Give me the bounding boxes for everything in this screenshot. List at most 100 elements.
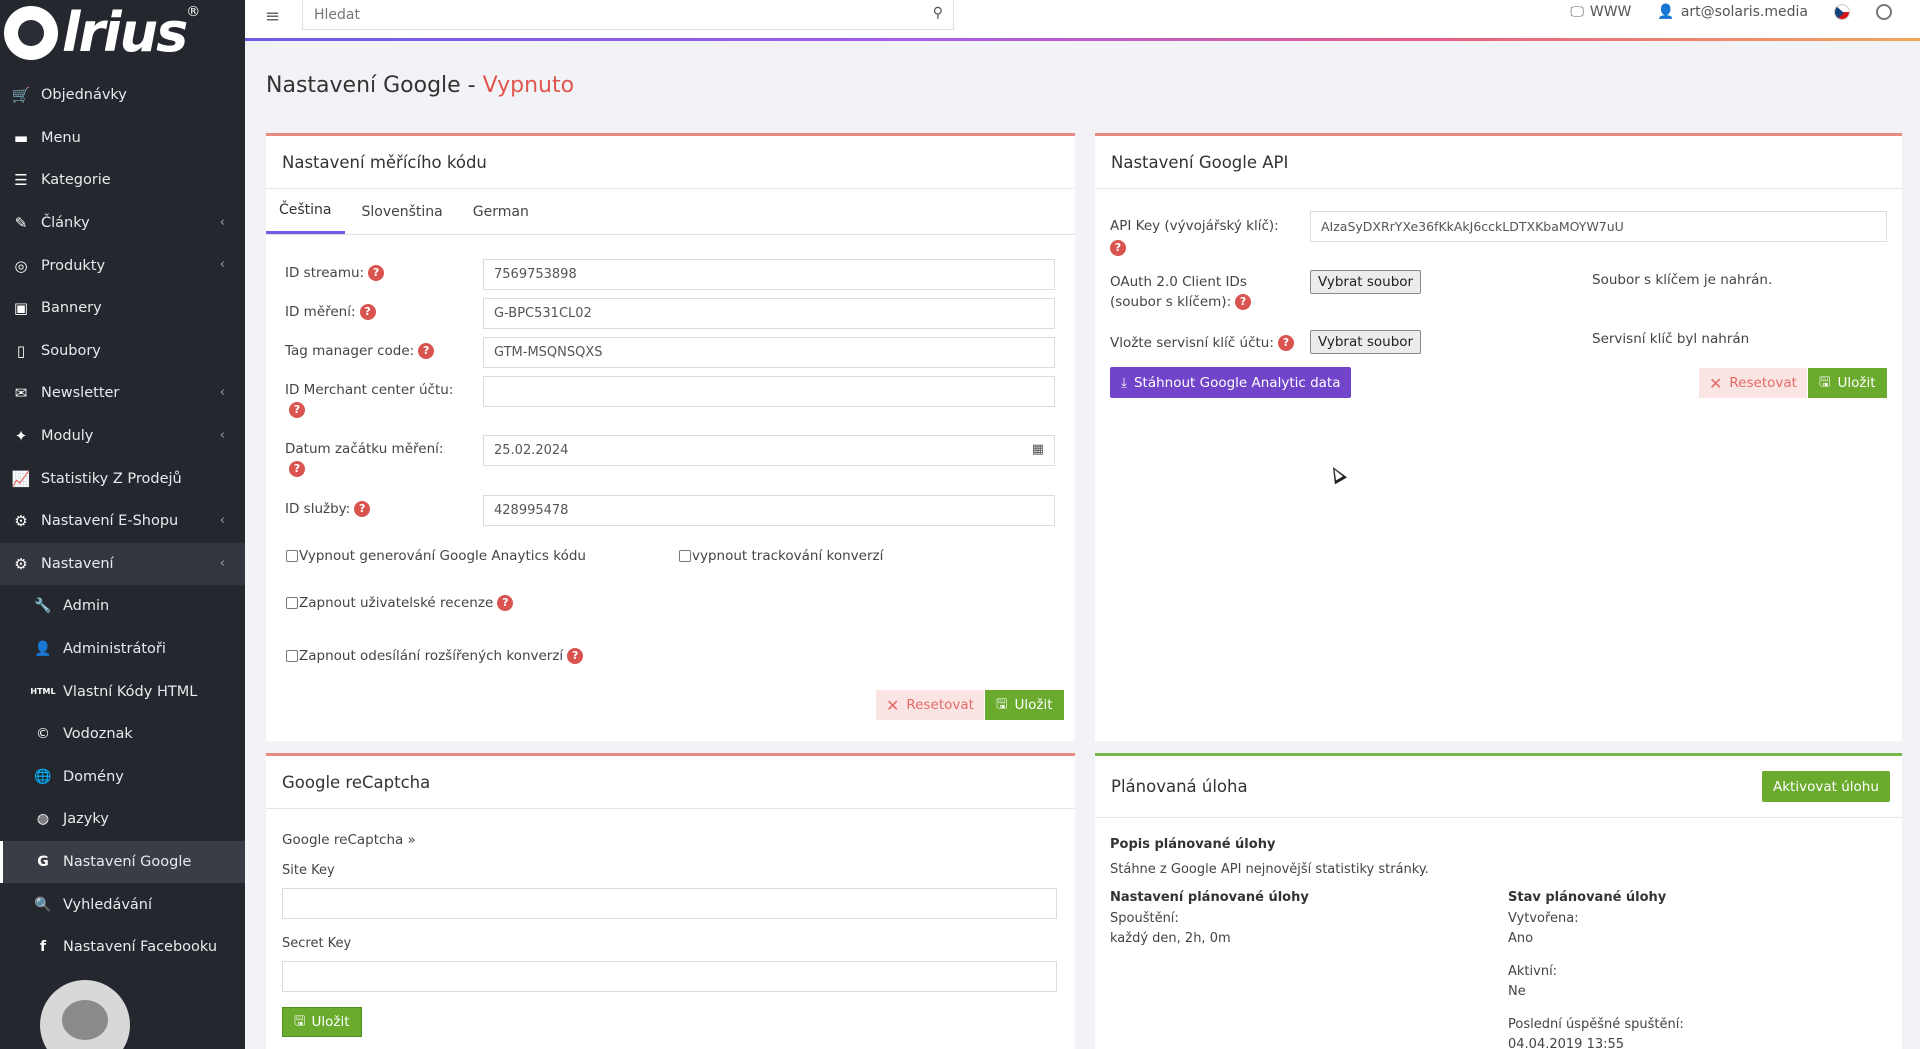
help-icon[interactable]: ? [497,595,514,611]
save-button[interactable]: 🖫 Uložit [1808,368,1887,398]
logout-button[interactable] [1876,4,1892,20]
oauth-file-status: Soubor s klíčem je nahrán. [1592,272,1773,288]
sidebar-item-label: Nastavení Google [63,853,192,870]
activate-task-button[interactable]: Aktivovat úlohu [1762,771,1890,802]
help-icon[interactable]: ? [289,402,305,418]
recaptcha-save-button[interactable]: 🖫 Uložit [282,1007,362,1037]
task-active-label: Aktivní: [1508,964,1558,979]
user-menu[interactable]: 👤 art@solaris.media [1657,4,1808,20]
close-icon: ✕ [886,695,900,715]
sidebar-item-settings[interactable]: ⚙ Nastavení ‹ [0,542,245,586]
list-icon: ☰ [14,171,28,190]
user-reviews-row[interactable]: Zapnout uživatelské recenze? [286,595,514,611]
disable-conversion-checkbox[interactable] [679,550,691,562]
search-input[interactable] [314,6,914,23]
sidebar-item-categories[interactable]: ☰ Kategorie [0,159,245,202]
help-icon[interactable]: ? [1235,294,1252,310]
help-icon[interactable]: ? [368,265,385,281]
help-icon[interactable]: ? [418,343,435,359]
sidebar-item-menu[interactable]: ▬ Menu [0,117,245,160]
sidebar-subitem-facebook-settings[interactable]: f Nastavení Facebooku [0,926,245,969]
sidebar-item-eshop-settings[interactable]: ⚙ Nastavení E-Shopu ‹ [0,500,245,543]
help-icon[interactable]: ? [354,501,371,517]
sidebar-item-products[interactable]: ◎ Produkty ‹ [0,244,245,287]
sidebar-item-banners[interactable]: ▣ Bannery [0,287,245,330]
help-icon[interactable]: ? [1110,240,1126,256]
help-icon[interactable]: ? [1277,335,1294,351]
tag-manager-label: Tag manager code: [285,343,415,359]
reset-button[interactable]: ✕ Resetovat [876,690,984,720]
calendar-icon[interactable]: ▦ [1032,442,1044,457]
search-icon[interactable]: ⚲ [933,5,943,21]
service-key-file-button[interactable]: Vybrat soubor [1310,330,1422,354]
user-icon: 👤 [34,641,52,658]
topbar-gradient-stripe [245,38,1920,41]
language-flag[interactable] [1834,4,1850,20]
stream-id-input[interactable]: 7569753898 [483,259,1055,290]
help-icon[interactable]: ? [289,461,305,477]
sidebar-item-sales-stats[interactable]: 📈 Statistiky Z Prodejů [0,457,245,500]
sidebar-subitem-domains[interactable]: 🌐 Domény [0,756,245,799]
disable-conversion-row[interactable]: vypnout trackování konverzí [679,548,883,564]
card-title: Nastavení Google API [1095,136,1902,189]
download-analytics-button[interactable]: ⤓ Stáhnout Google Analytic data [1110,367,1352,398]
file-icon: ▯ [16,341,26,360]
site-key-label: Site Key [282,863,335,878]
topbar: ≡ ⚲ 🖵 WWW 👤 art@solaris.media [245,0,1920,38]
sidebar-subitem-watermark[interactable]: © Vodoznak [0,713,245,756]
sidebar-item-newsletter[interactable]: ✉ Newsletter ‹ [0,372,245,415]
disable-ga-checkbox[interactable] [286,550,298,562]
sidebar-subitem-languages[interactable]: ◍ Jazyky [0,798,245,841]
tab-german[interactable]: German [460,189,542,234]
merchant-id-input[interactable] [483,376,1055,407]
sidebar-subitem-search[interactable]: 🔍 Vyhledávání [0,883,245,926]
service-id-input[interactable]: 428995478 [483,495,1055,526]
disable-ga-row[interactable]: Vypnout generování Google Anaytics kódu [286,548,586,564]
task-created-label: Vytvořena: [1508,911,1579,926]
topbar-right: 🖵 WWW 👤 art@solaris.media [1544,4,1892,20]
sidebar-subitem-admin[interactable]: 🔧 Admin [0,585,245,628]
sidebar-item-articles[interactable]: ✎ Články ‹ [0,202,245,245]
enhanced-conversions-checkbox[interactable] [286,650,298,662]
user-reviews-checkbox[interactable] [286,597,298,609]
api-key-label: API Key (vývojářský klíč): [1110,218,1279,234]
sidebar-subitem-html-codes[interactable]: HTML Vlastní Kódy HTML [0,670,245,713]
copyright-icon: © [36,726,50,743]
oauth-file-button[interactable]: Vybrat soubor [1310,270,1422,294]
sidebar-item-label: Články [41,215,90,232]
recaptcha-link[interactable]: Google reCaptcha » [282,832,416,848]
reset-label: Resetovat [1729,375,1797,391]
logo[interactable]: lrius ® [0,0,245,66]
sidebar-subitem-administrators[interactable]: 👤 Administrátoři [0,628,245,671]
www-link[interactable]: 🖵 WWW [1570,4,1631,20]
start-date-input[interactable]: 25.02.2024 ▦ [483,435,1055,466]
save-button[interactable]: 🖫 Uložit [985,690,1064,720]
merchant-id-label: ID Merchant center účtu: [285,382,454,398]
hamburger-menu-icon[interactable]: ≡ [265,6,280,27]
tab-czech[interactable]: Čeština [266,189,345,234]
sidebar-item-modules[interactable]: ✦ Moduly ‹ [0,415,245,458]
measurement-id-input[interactable]: G-BPC531CL02 [483,298,1055,329]
enhanced-conversions-row[interactable]: Zapnout odesílání rozšířených konverzí? [286,648,584,664]
help-icon[interactable]: ? [567,648,584,664]
search-box: ⚲ [302,0,954,30]
image-icon: ▣ [13,299,29,318]
sidebar-subitem-google-settings[interactable]: G Nastavení Google [0,840,245,884]
help-icon[interactable]: ? [359,304,376,320]
monitor-icon: 🖵 [1570,4,1584,20]
oauth-label-line2: (soubor s klíčem):? [1110,294,1252,310]
tab-slovak[interactable]: Slovenština [349,189,456,234]
task-settings-title: Nastavení plánované úlohy [1110,890,1309,905]
sidebar-item-files[interactable]: ▯ Soubory [0,330,245,373]
secret-key-label: Secret Key [282,936,352,951]
tag-manager-input[interactable]: GTM-MSQNSQXS [483,337,1055,368]
service-key-status: Servisní klíč byl nahrán [1592,331,1750,347]
api-key-input[interactable]: AIzaSyDXRrYXe36fKkAkJ6cckLDTXKbaMOYW7uU [1310,211,1887,242]
reset-button[interactable]: ✕ Resetovat [1699,368,1807,398]
site-key-input[interactable] [282,888,1057,919]
secret-key-input[interactable] [282,961,1057,992]
save-label: Uložit [1837,375,1876,391]
sidebar-item-label: Soubory [41,342,101,359]
chevron-left-icon: ‹ [219,555,225,571]
sidebar-item-orders[interactable]: 🛒 Objednávky [0,74,245,117]
